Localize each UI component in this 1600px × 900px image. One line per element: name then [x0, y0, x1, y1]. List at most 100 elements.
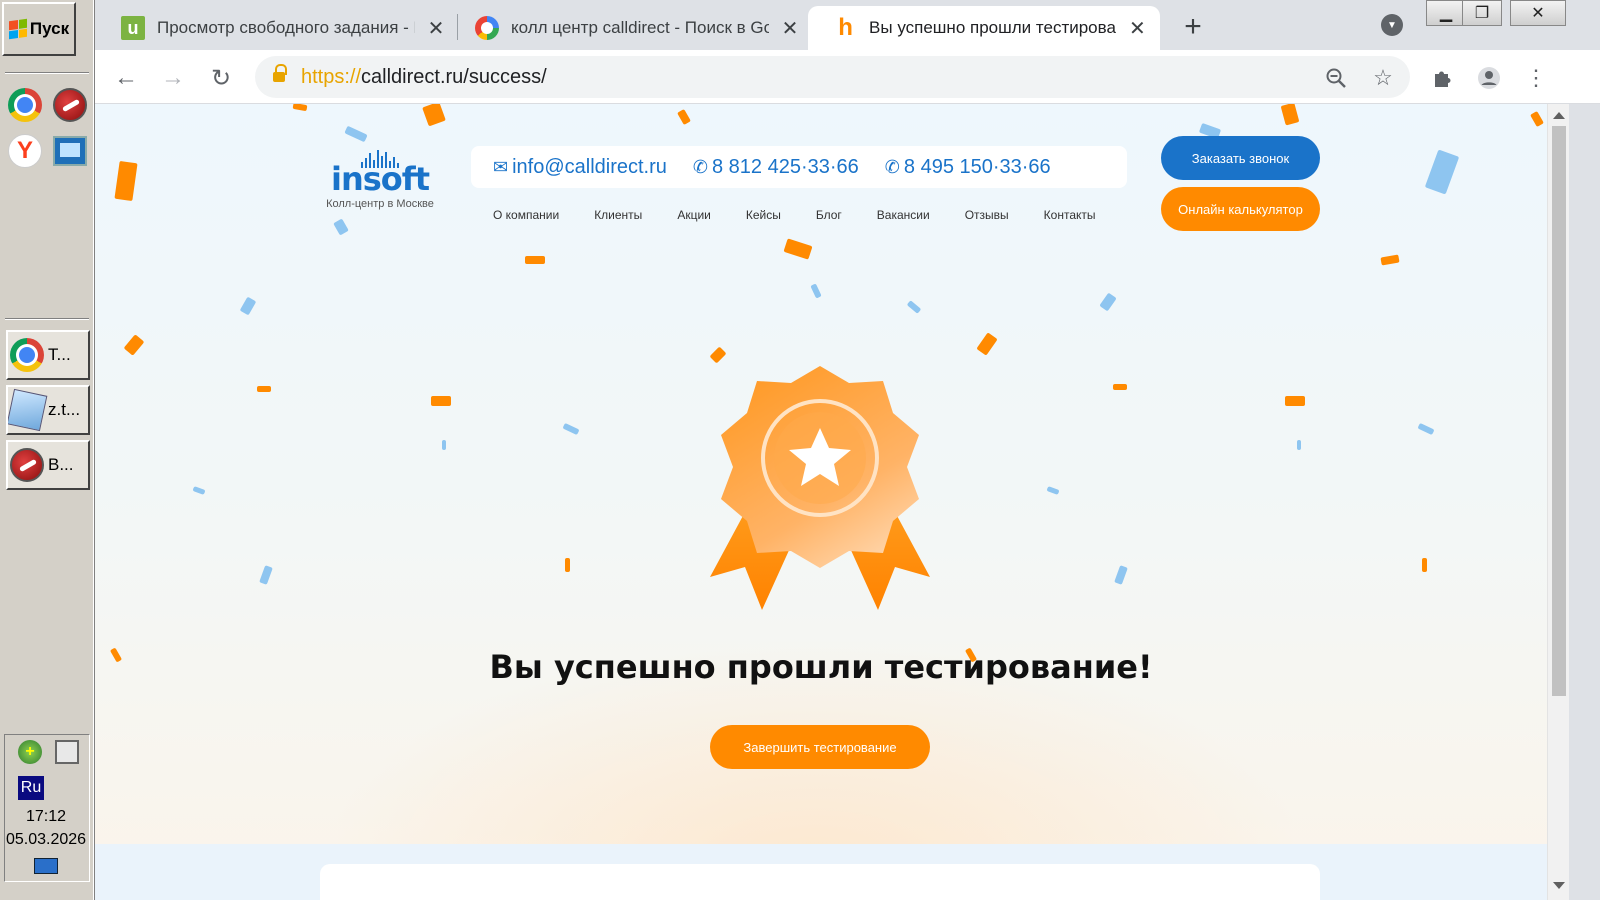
tab-search-icon[interactable]: ▼: [1381, 14, 1403, 36]
confetti-piece: [1380, 254, 1400, 266]
reload-icon[interactable]: ↻: [207, 64, 235, 92]
extensions-puzzle-icon[interactable]: [1428, 64, 1456, 92]
url-text: https://calldirect.ru/success/: [301, 66, 547, 89]
confetti-piece: [431, 396, 451, 406]
confetti-piece: [783, 238, 813, 260]
confetti-piece: [525, 256, 545, 264]
confetti-piece: [1046, 486, 1060, 495]
remote-desktop-icon: [53, 136, 87, 166]
tab-google-search[interactable]: колл центр calldirect - Поиск в Goo ✕: [449, 6, 813, 50]
network-tray-icon[interactable]: [55, 740, 79, 764]
task-button-comodo-dragon[interactable]: B...: [6, 440, 90, 490]
profile-avatar-icon[interactable]: [1475, 64, 1503, 92]
confetti-piece: [114, 160, 138, 202]
minimize-icon[interactable]: ▁: [1426, 0, 1466, 26]
confetti-piece: [906, 300, 922, 314]
taskbar-divider: [5, 72, 89, 74]
address-bar[interactable]: https://calldirect.ru/success/: [255, 56, 1410, 98]
nav-item-reviews[interactable]: Отзывы: [965, 208, 1009, 222]
confetti-piece: [239, 296, 257, 316]
update-tray-icon[interactable]: +: [18, 740, 42, 764]
confetti-piece: [1530, 110, 1544, 128]
quicklaunch-remote-desktop[interactable]: [51, 132, 89, 170]
browser-toolbar: ← → ↻ https://calldirect.ru/success/ ☆ ⋮: [95, 50, 1600, 104]
scroll-up-arrow-icon[interactable]: [1553, 112, 1565, 119]
confetti-piece: [1114, 565, 1128, 585]
tab-success[interactable]: h Вы успешно прошли тестирование ✕: [808, 6, 1160, 50]
show-desktop-icon[interactable]: [34, 858, 58, 874]
yandex-icon: Y: [8, 134, 42, 168]
clock-date: 05.03.2026: [5, 831, 87, 848]
u-favicon-icon: u: [121, 16, 145, 40]
chrome-icon: [8, 88, 42, 122]
tab-title: Просмотр свободного задания - В: [157, 18, 415, 37]
order-call-button[interactable]: Заказать звонок: [1161, 136, 1320, 180]
task-button-notepad[interactable]: z.t...: [6, 385, 90, 435]
lock-icon[interactable]: [273, 64, 287, 84]
quicklaunch-yandex[interactable]: Y: [6, 132, 44, 170]
new-tab-plus-icon[interactable]: +: [1178, 10, 1208, 44]
forward-arrow-icon[interactable]: →: [159, 64, 187, 92]
task-label: B...: [48, 455, 74, 474]
nav-item-blog[interactable]: Блог: [816, 208, 842, 222]
next-section-card: [320, 864, 1320, 900]
tab-strip: u Просмотр свободного задания - В ✕ колл…: [95, 0, 1600, 50]
close-window-icon[interactable]: ✕: [1510, 0, 1566, 26]
notepad-icon: [8, 388, 48, 432]
tab-title: колл центр calldirect - Поиск в Goo: [511, 18, 769, 37]
scroll-down-arrow-icon[interactable]: [1553, 882, 1565, 889]
start-label: Пуск: [29, 19, 70, 38]
h-favicon-icon: h: [838, 14, 853, 41]
finish-test-button[interactable]: Завершить тестирование: [710, 725, 930, 769]
comodo-dragon-icon: [10, 448, 44, 482]
tab-title: Вы успешно прошли тестирование: [869, 18, 1117, 37]
confetti-piece: [292, 104, 308, 112]
confetti-piece: [192, 486, 206, 495]
tab-close-icon[interactable]: ✕: [427, 16, 445, 41]
main-nav: О компании Клиенты Акции Кейсы Блог Вака…: [493, 208, 1096, 222]
success-heading: Вы успешно прошли тестирование!: [489, 648, 1153, 686]
quicklaunch-comodo-dragon[interactable]: [51, 86, 89, 124]
url-scheme: https://: [301, 65, 362, 88]
page-scrollbar[interactable]: [1547, 104, 1569, 900]
menu-kebab-icon[interactable]: ⋮: [1522, 64, 1550, 92]
start-button[interactable]: Пуск: [2, 2, 76, 56]
site-logo[interactable]: insoft Колл-центр в Москве: [317, 148, 443, 210]
language-indicator[interactable]: Ru: [18, 776, 44, 800]
confetti-piece: [1417, 422, 1435, 436]
restore-icon[interactable]: ❐: [1462, 0, 1502, 26]
windows-taskbar: Пуск Y Т... z.t... B... + Ru 17:12 05.03…: [0, 0, 95, 900]
back-arrow-icon[interactable]: ←: [112, 64, 140, 92]
confetti-piece: [257, 386, 271, 392]
nav-item-cases[interactable]: Кейсы: [746, 208, 781, 222]
scrollbar-thumb[interactable]: [1552, 126, 1566, 696]
nav-item-promotions[interactable]: Акции: [677, 208, 711, 222]
award-medal-icon: [705, 362, 935, 612]
chrome-icon: [10, 338, 44, 372]
nav-item-contacts[interactable]: Контакты: [1044, 208, 1096, 222]
task-label: Т...: [48, 345, 71, 364]
url-host-path: calldirect.ru/success/: [361, 65, 547, 88]
confetti-piece: [1424, 149, 1460, 195]
confetti-piece: [709, 346, 727, 364]
tab-close-icon[interactable]: ✕: [1129, 16, 1146, 41]
email-link[interactable]: ✉ info@calldirect.ru: [493, 156, 667, 179]
confetti-piece: [442, 440, 446, 450]
quicklaunch-chrome[interactable]: [6, 86, 44, 124]
nav-item-clients[interactable]: Клиенты: [594, 208, 642, 222]
online-calculator-button[interactable]: Онлайн калькулятор: [1161, 187, 1320, 231]
confetti-piece: [562, 422, 580, 436]
tab-close-icon[interactable]: ✕: [781, 16, 799, 41]
task-button-chrome[interactable]: Т...: [6, 330, 90, 380]
nav-item-vacancies[interactable]: Вакансии: [877, 208, 930, 222]
nav-item-about[interactable]: О компании: [493, 208, 559, 222]
confetti-piece: [1297, 440, 1301, 450]
phone-link-spb[interactable]: ✆ 8 812 425·33·66: [693, 156, 859, 179]
browser-window: u Просмотр свободного задания - В ✕ колл…: [95, 0, 1600, 900]
phone-link-msk[interactable]: ✆ 8 495 150·33·66: [885, 156, 1051, 179]
zoom-out-icon[interactable]: [1322, 64, 1350, 92]
clock-time: 17:12: [25, 808, 67, 825]
phone-text: 8 495 150·33·66: [903, 155, 1051, 178]
tab-upwork-task[interactable]: u Просмотр свободного задания - В ✕: [95, 6, 459, 50]
bookmark-star-icon[interactable]: ☆: [1369, 64, 1397, 92]
